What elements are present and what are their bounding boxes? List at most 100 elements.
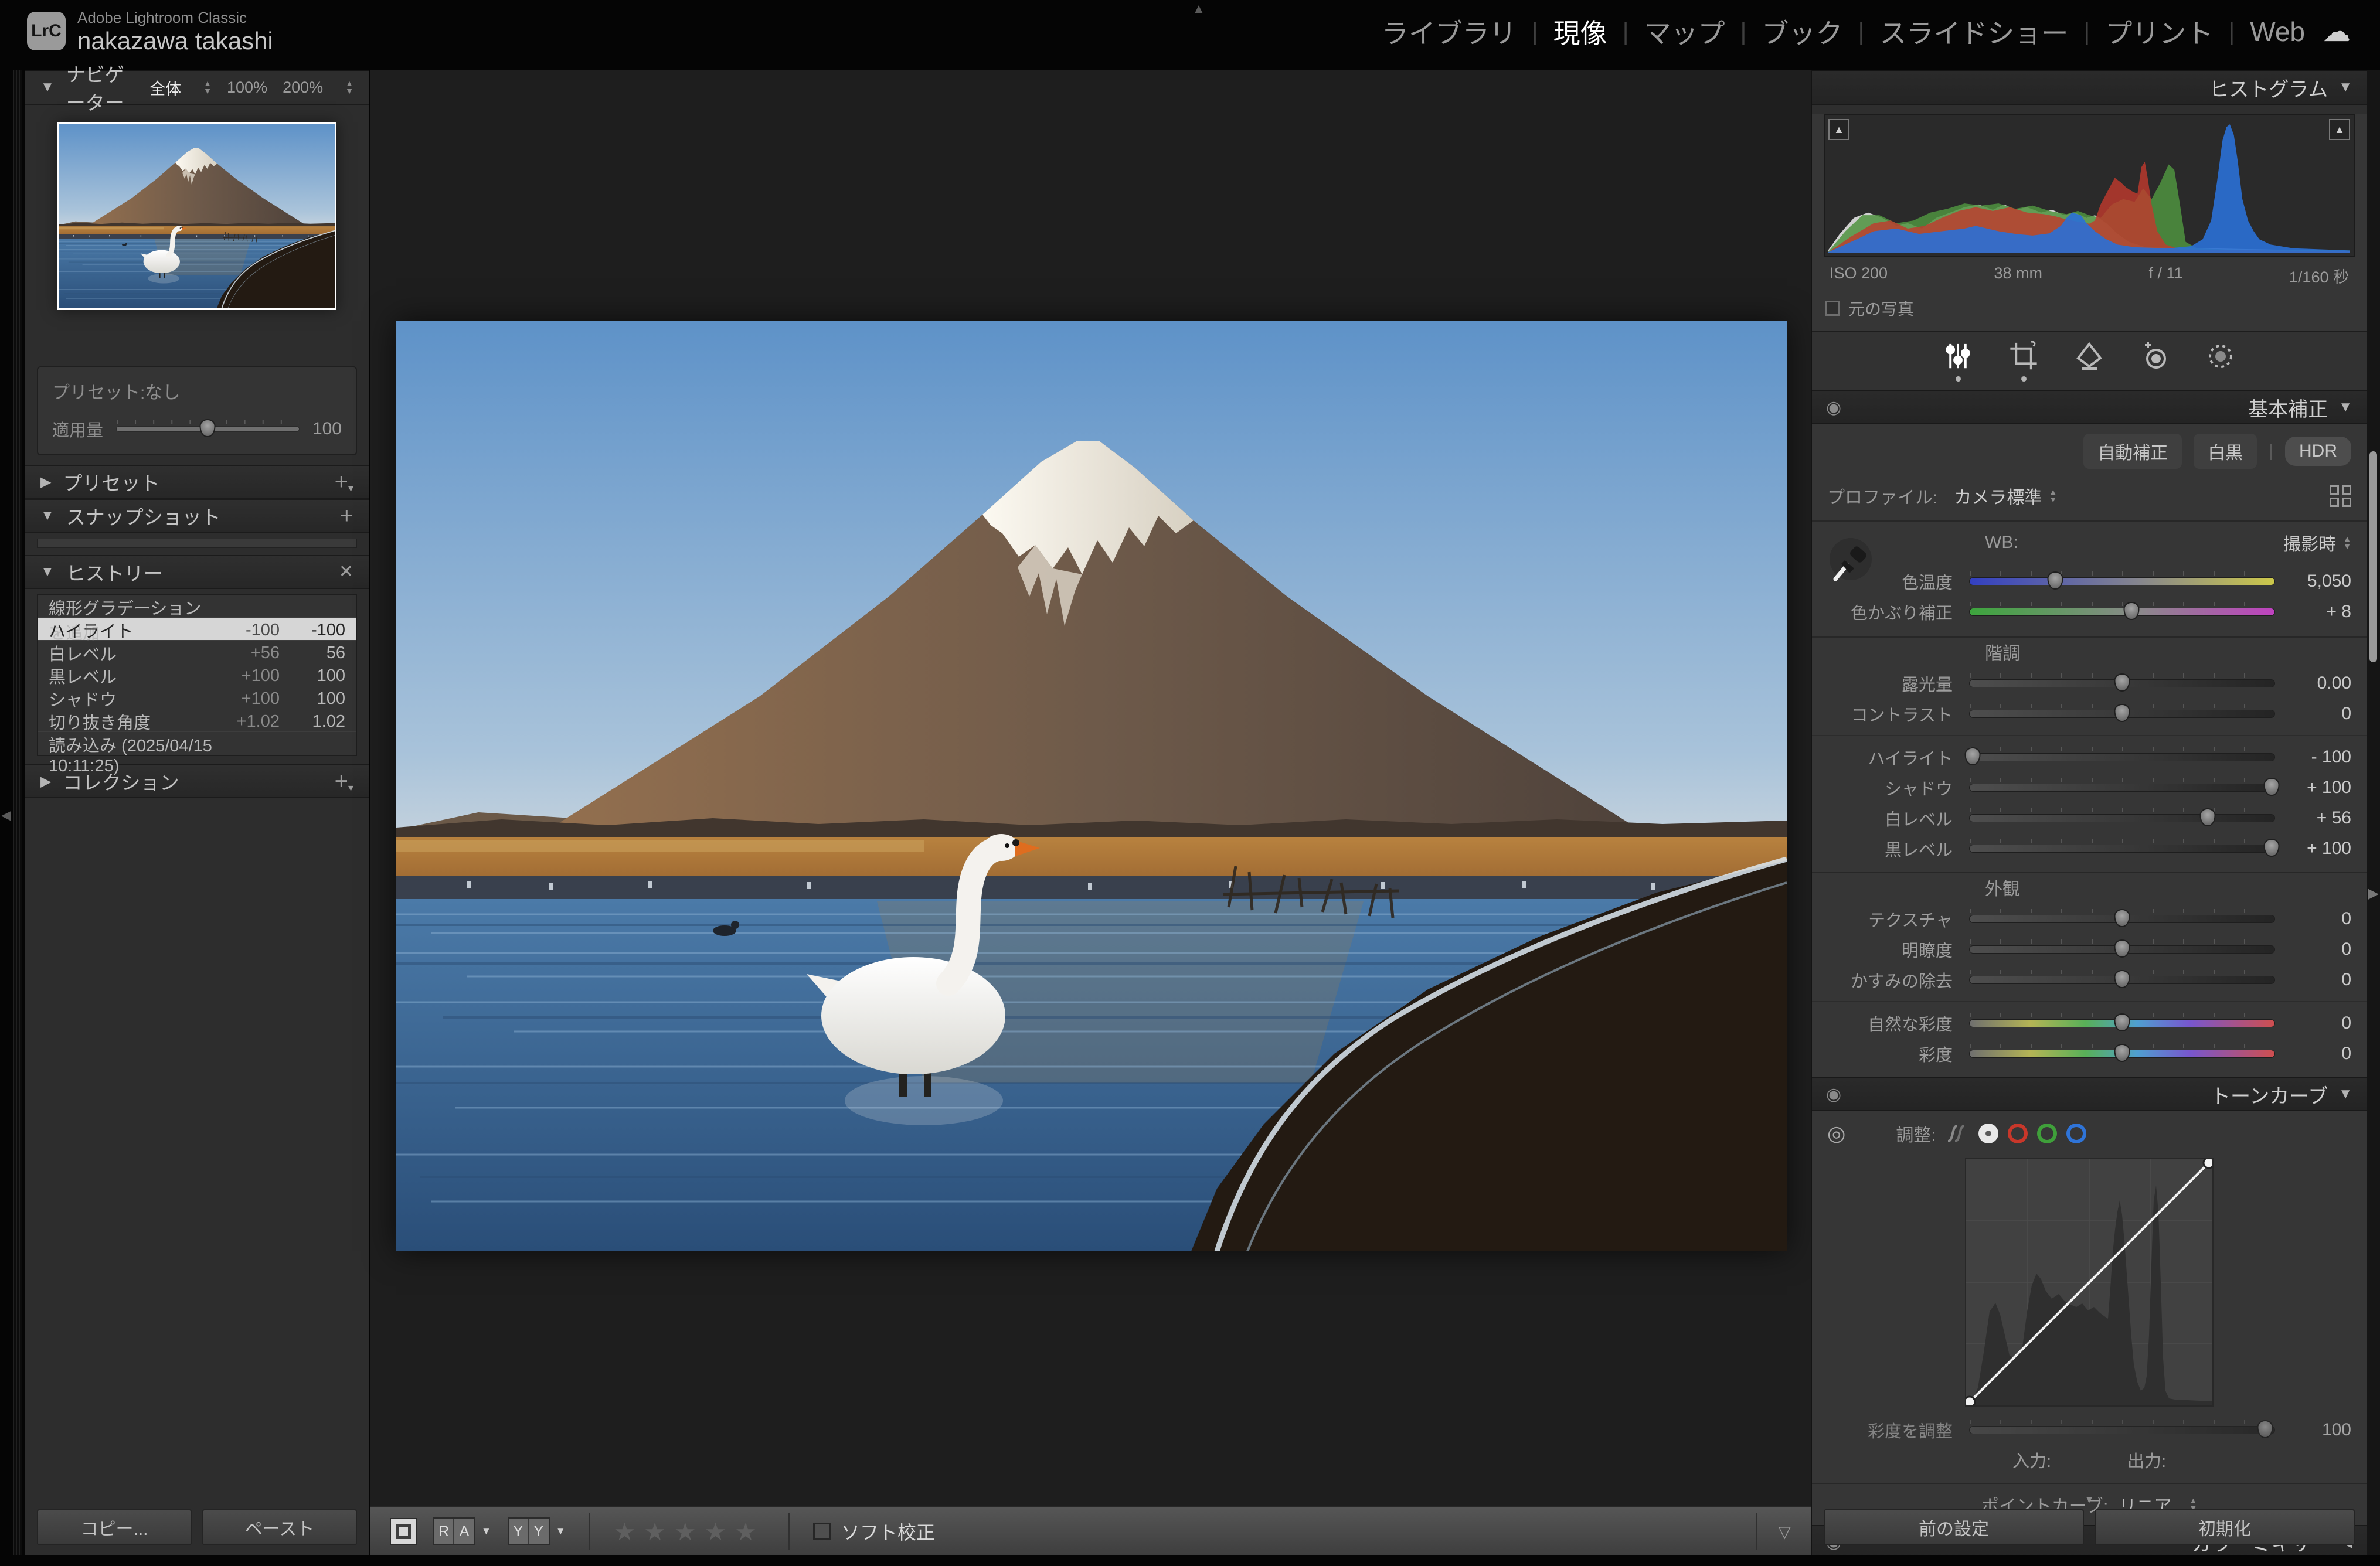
zoom-fit-option[interactable]: 全体 — [149, 76, 181, 99]
black-white-button[interactable]: 白黒 — [2194, 434, 2257, 469]
slider-value[interactable]: + 100 — [2275, 839, 2351, 859]
slider-knob[interactable] — [2114, 673, 2130, 692]
panel-toggle-eye-icon[interactable]: ◉ — [1826, 397, 1841, 418]
edit-tool[interactable] — [1942, 341, 1974, 382]
module-tab-6[interactable]: プリント — [2105, 12, 2213, 51]
point-curve-icon[interactable] — [1978, 1124, 1998, 1143]
reference-view-icon[interactable]: R A — [433, 1517, 475, 1545]
slider-knob[interactable] — [2257, 1420, 2273, 1438]
slider-value[interactable]: 0 — [2275, 704, 2351, 724]
slider-track[interactable] — [1969, 608, 2275, 616]
parametric-curve-icon[interactable] — [1946, 1124, 1969, 1143]
green-channel-icon[interactable] — [2037, 1124, 2057, 1143]
snapshots-section-header[interactable]: ▼ スナップショット + — [25, 499, 369, 533]
module-tab-1[interactable]: ライブラリ — [1382, 12, 1517, 51]
crop-tool[interactable] — [2007, 341, 2040, 382]
slider-track[interactable] — [1969, 753, 2275, 761]
slider-value[interactable]: 0 — [2275, 970, 2351, 990]
histogram-header[interactable]: ヒストグラム ▼ — [1812, 71, 2367, 105]
updown-icon[interactable]: ▲▼ — [2049, 488, 2057, 503]
module-tab-2[interactable]: 現像 — [1553, 12, 1607, 51]
wb-value[interactable]: 撮影時 — [2283, 530, 2336, 556]
slider-track[interactable] — [1969, 976, 2275, 984]
updown-icon[interactable]: ▲▼ — [345, 80, 353, 95]
reset-button[interactable]: 初期化 — [2095, 1509, 2355, 1545]
module-tab-4[interactable]: ブック — [1762, 12, 1842, 51]
add-collection-button[interactable]: +▾ — [335, 770, 353, 793]
before-after-view-icon[interactable]: Y Y — [508, 1517, 550, 1545]
tone-curve-header[interactable]: ◉ トーンカーブ ▼ — [1812, 1077, 2367, 1111]
red-channel-icon[interactable] — [2008, 1124, 2028, 1143]
history-step[interactable]: ハイライト-100-100 — [38, 618, 356, 641]
loupe-view-icon[interactable] — [390, 1518, 417, 1545]
paste-button[interactable]: ペースト — [202, 1509, 357, 1545]
slider-value[interactable]: 0.00 — [2275, 673, 2351, 693]
scrollbar-thumb[interactable] — [2369, 451, 2377, 662]
updown-icon[interactable]: ▲▼ — [2343, 535, 2351, 550]
module-tab-3[interactable]: マップ — [1644, 12, 1725, 51]
slider-value[interactable]: - 100 — [2275, 747, 2351, 767]
reference-view-caret-icon[interactable]: ▼ — [481, 1526, 491, 1537]
navigator-header[interactable]: ▼ ナビゲーター 全体 ▲▼ 100% 200% ▲▼ — [25, 71, 369, 105]
zoom-200-option[interactable]: 200% — [283, 79, 323, 97]
slider-value[interactable]: + 100 — [2275, 778, 2351, 798]
preset-amount-slider[interactable] — [116, 426, 300, 432]
slider-knob[interactable] — [2123, 602, 2139, 620]
shadow-clipping-icon[interactable]: ▲ — [1828, 119, 1849, 140]
previous-settings-button[interactable]: 前の設定 — [1824, 1509, 2084, 1545]
history-step[interactable]: 切り抜き角度+1.021.02 — [38, 709, 356, 732]
slider-value[interactable]: 100 — [2275, 1420, 2351, 1440]
add-preset-button[interactable]: +▾ — [335, 470, 353, 493]
slider-value[interactable]: + 8 — [2275, 602, 2351, 622]
slider-track[interactable] — [1969, 710, 2275, 718]
slider-knob[interactable] — [2114, 909, 2130, 927]
slider-track[interactable] — [1969, 1426, 2275, 1434]
slider-knob[interactable] — [2114, 704, 2130, 722]
left-panel-grip[interactable] — [13, 70, 22, 1555]
hdr-button[interactable]: HDR — [2285, 437, 2351, 466]
slider-knob[interactable] — [2199, 808, 2215, 826]
slider-track[interactable] — [1969, 1019, 2275, 1027]
slider-track[interactable] — [1969, 845, 2275, 853]
slider-value[interactable]: + 56 — [2275, 808, 2351, 828]
module-tab-5[interactable]: スライドショー — [1879, 12, 2068, 51]
panel-toggle-eye-icon[interactable]: ◉ — [1826, 1084, 1841, 1105]
slider-value[interactable]: 5,050 — [2275, 571, 2351, 591]
red-eye-tool[interactable] — [2138, 341, 2171, 382]
basic-panel-header[interactable]: ◉ 基本補正 ▼ — [1812, 390, 2367, 424]
blue-channel-icon[interactable] — [2066, 1124, 2086, 1143]
star-rating[interactable]: ★★★★★ — [614, 1517, 765, 1546]
history-step[interactable]: 線形グラデーション を追加 — [38, 595, 356, 618]
white-balance-eyedropper-icon[interactable] — [1827, 535, 1874, 587]
photo-canvas[interactable] — [396, 321, 1787, 1251]
tone-curve-graph[interactable] — [1965, 1158, 2214, 1407]
cloud-sync-icon[interactable]: ☁ — [2323, 15, 2351, 48]
collapse-left-panel-icon[interactable]: ◀ — [1, 808, 11, 823]
window-scrollbar[interactable]: ▶ — [2367, 70, 2380, 1555]
toolbar-options-dropdown-icon[interactable]: ▽ — [1778, 1522, 1791, 1541]
slider-value[interactable]: 0 — [2275, 1013, 2351, 1033]
slider-knob[interactable] — [2047, 571, 2063, 590]
show-original-checkbox[interactable] — [1825, 301, 1840, 316]
presets-section-header[interactable]: ▶ プリセット +▾ — [25, 465, 369, 499]
highlight-clipping-icon[interactable]: ▲ — [2329, 119, 2350, 140]
profile-browser-icon[interactable] — [2330, 485, 2351, 507]
masking-tool[interactable] — [2204, 341, 2237, 382]
slider-knob[interactable] — [2114, 970, 2130, 988]
slider-knob[interactable] — [1965, 747, 1981, 765]
clear-history-button[interactable]: ✕ — [339, 563, 353, 581]
healing-tool[interactable] — [2073, 341, 2106, 382]
add-snapshot-button[interactable]: + — [340, 504, 353, 527]
slider-value[interactable]: 0 — [2275, 1044, 2351, 1064]
targeted-adjustment-icon[interactable]: ◎ — [1827, 1121, 1845, 1146]
histogram-display[interactable]: ▲ ▲ — [1824, 114, 2355, 257]
reveal-right-panel-icon[interactable]: ▶ — [2368, 885, 2379, 902]
slider-value[interactable]: 0 — [2275, 939, 2351, 959]
history-step[interactable]: 読み込み (2025/04/15 10:11:25) — [38, 732, 356, 755]
history-step[interactable]: シャドウ+100100 — [38, 686, 356, 709]
soft-proof-checkbox[interactable] — [813, 1523, 831, 1540]
updown-icon[interactable]: ▲▼ — [203, 80, 212, 95]
collections-section-header[interactable]: ▶ コレクション +▾ — [25, 764, 369, 798]
slider-track[interactable] — [1969, 814, 2275, 822]
slider-track[interactable] — [1969, 784, 2275, 792]
